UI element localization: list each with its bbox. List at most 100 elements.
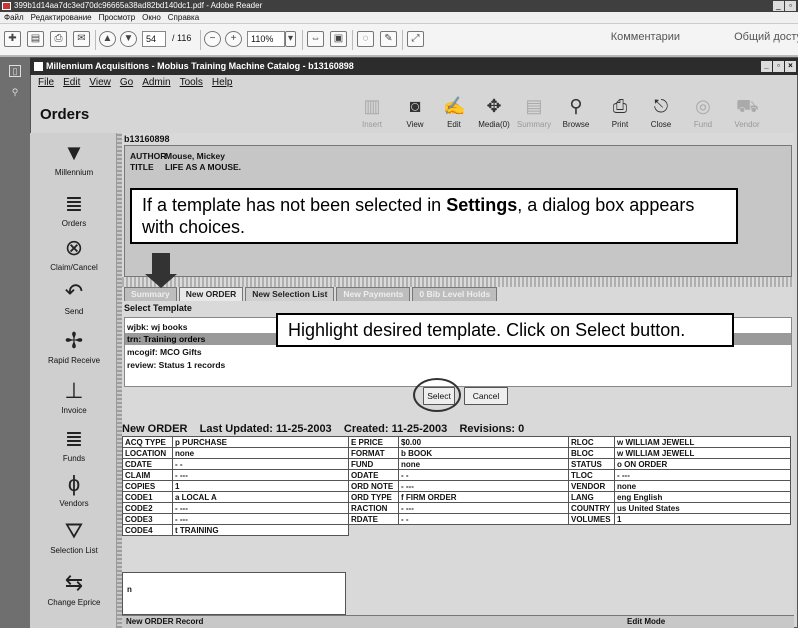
summary-button[interactable]: ▤ Summary [514, 95, 554, 129]
field-value[interactable]: none [614, 480, 791, 492]
field-value[interactable]: none [172, 447, 349, 459]
menu-help[interactable]: Help [212, 77, 233, 91]
tab-new-order[interactable]: New ORDER [178, 287, 244, 301]
pages-icon[interactable]: ▯ [9, 65, 21, 77]
fit-page-icon[interactable]: ▣ [330, 31, 347, 47]
fit-width-icon[interactable]: ⇔ [307, 31, 324, 47]
field-value[interactable]: - - [172, 458, 349, 470]
page-number-input[interactable]: 54 [142, 31, 166, 47]
nav-claim-cancel[interactable]: ⊗ Claim/Cancel [30, 236, 118, 273]
minimize-icon[interactable]: _ [761, 61, 772, 72]
comment-icon[interactable]: ◌ [357, 31, 374, 47]
nav-rapid-receive[interactable]: ✢ Rapid Receive [30, 329, 118, 366]
view-button[interactable]: ◙ View [395, 95, 435, 129]
splitter-bar[interactable] [122, 277, 794, 287]
nav-invoice[interactable]: ⊥ Invoice [30, 378, 118, 416]
field-value[interactable]: us United States [614, 502, 791, 514]
share-link[interactable]: Общий доступ [734, 31, 798, 43]
menu-edit[interactable]: Edit [63, 77, 80, 91]
field-value[interactable]: a LOCAL A [172, 491, 349, 503]
zoom-out-icon[interactable]: − [204, 31, 221, 47]
viewer-menu-file[interactable]: Файл [4, 12, 24, 23]
menu-view[interactable]: View [89, 77, 111, 91]
order-fields-table: ACQ TYPE p PURCHASE E PRICE $0.00 RLOC w WILL… [122, 436, 791, 536]
field-value[interactable]: - --- [172, 502, 349, 514]
field-value[interactable]: - --- [172, 469, 349, 481]
nav-funds[interactable]: ≣ Funds [30, 427, 118, 464]
tab-bib-holds[interactable]: 0 Bib Level Holds [412, 287, 498, 301]
create-icon[interactable]: ✚ [4, 31, 21, 47]
highlight-icon[interactable]: ✎ [380, 31, 397, 47]
insert-button[interactable]: ▥ Insert [352, 95, 392, 129]
field-value[interactable]: t TRAINING [172, 524, 349, 536]
nav-change-eprice[interactable]: ⇆ Change Eprice [30, 571, 118, 608]
minimize-icon[interactable]: _ [773, 1, 784, 11]
field-value[interactable]: - --- [398, 502, 569, 514]
field-value[interactable]: - - [398, 469, 569, 481]
viewer-menu-view[interactable]: Просмотр [99, 12, 136, 23]
field-value[interactable]: $0.00 [398, 436, 569, 448]
expand-icon[interactable]: ⤢ [407, 31, 424, 47]
page-up-icon[interactable]: ▲ [99, 31, 116, 47]
restore-icon[interactable]: ▫ [785, 1, 796, 11]
field-value[interactable]: - - [398, 513, 569, 525]
nav-send[interactable]: ↶ Send [30, 279, 118, 317]
restore-icon[interactable]: ▫ [773, 61, 784, 72]
menu-admin[interactable]: Admin [142, 77, 170, 91]
list-item[interactable]: review: Status 1 records [125, 359, 791, 371]
zoom-in-icon[interactable]: + [225, 31, 242, 47]
field-value[interactable]: f FIRM ORDER [398, 491, 569, 503]
field-value[interactable]: none [398, 458, 569, 470]
field-value[interactable]: 1 [172, 480, 349, 492]
chevron-down-icon[interactable]: ▾ [285, 31, 296, 47]
zoom-select[interactable]: 110% [247, 31, 285, 47]
print-icon[interactable]: ⎙ [50, 31, 67, 47]
fund-button[interactable]: ◎ Fund [683, 95, 723, 129]
close-button[interactable]: ⎋ Close [641, 95, 681, 129]
close-icon[interactable]: × [785, 61, 796, 72]
field-value[interactable]: eng English [614, 491, 791, 503]
field-value[interactable]: p PURCHASE [172, 436, 349, 448]
nav-selection-list[interactable]: ⛛ Selection List [30, 519, 118, 556]
print-button[interactable]: ⎙ Print [600, 95, 640, 129]
comments-link[interactable]: Комментарии [611, 31, 680, 43]
field-value[interactable]: 1 [614, 513, 791, 525]
cancel-button[interactable]: Cancel [464, 387, 508, 405]
field-label: ORD TYPE [348, 491, 399, 503]
field-value[interactable]: o ON ORDER [614, 458, 791, 470]
viewer-menu-window[interactable]: Окно [142, 12, 161, 23]
table-row: CODE4 t TRAINING [122, 524, 791, 536]
field-value[interactable]: b BOOK [398, 447, 569, 459]
viewer-menu-edit[interactable]: Редактирование [31, 12, 92, 23]
nav-vendors[interactable]: ϕ Vendors [30, 472, 118, 509]
attachment-icon[interactable]: ⚲ [9, 87, 21, 99]
menu-file[interactable]: File [38, 77, 54, 91]
email-icon[interactable]: ✉ [73, 31, 90, 47]
field-value[interactable]: - --- [614, 469, 791, 481]
tab-new-selection-list[interactable]: New Selection List [245, 287, 335, 301]
list-item[interactable]: mcogif: MCO Gifts [125, 346, 791, 358]
browse-button[interactable]: ⚲ Browse [556, 95, 596, 129]
field-value[interactable]: w WILLIAM JEWELL [614, 447, 791, 459]
field-value[interactable]: - --- [398, 480, 569, 492]
menu-tools[interactable]: Tools [180, 77, 203, 91]
nav-orders[interactable]: ≣ Orders [30, 192, 118, 229]
media-button[interactable]: ✥ Media(0) [474, 95, 514, 129]
order-note-area[interactable]: n [122, 572, 346, 615]
field-value[interactable]: w WILLIAM JEWELL [614, 436, 791, 448]
field-label: CODE1 [122, 491, 173, 503]
nav-millennium[interactable]: ▼ Millennium [30, 141, 118, 178]
page-down-icon[interactable]: ▼ [120, 31, 137, 47]
tab-new-payments[interactable]: New Payments [336, 287, 411, 301]
field-label: COPIES [122, 480, 173, 492]
send-icon: ↶ [64, 279, 84, 304]
menu-go[interactable]: Go [120, 77, 133, 91]
field-value[interactable]: - --- [172, 513, 349, 525]
vendor-button[interactable]: ⛟ Vendor [727, 95, 767, 129]
tab-summary[interactable]: Summary [124, 287, 177, 301]
save-icon[interactable]: ▤ [27, 31, 44, 47]
close-icon: ⎋ [653, 96, 669, 116]
edit-button[interactable]: ✍ Edit [434, 95, 474, 129]
viewer-menu-help[interactable]: Справка [168, 12, 199, 23]
invoice-icon: ⊥ [64, 378, 84, 403]
